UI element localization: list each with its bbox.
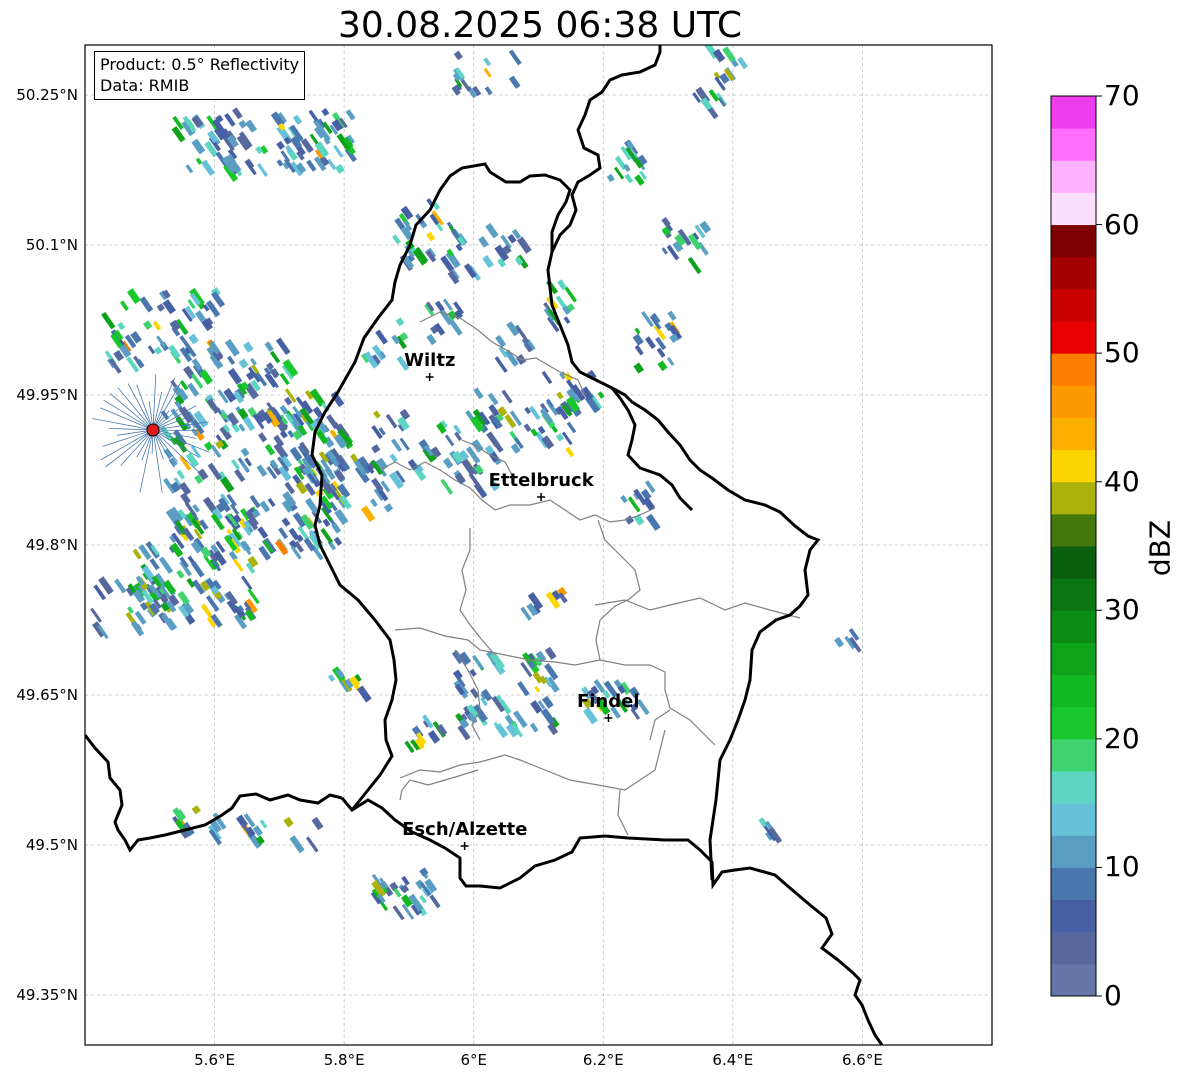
colorbar-segment <box>1051 578 1096 611</box>
colorbar-segment <box>1051 931 1096 965</box>
colorbar-tick-label: 70 <box>1104 79 1140 112</box>
city-label: Wiltz <box>404 350 456 371</box>
lon-tick-label: 5.6°E <box>194 1051 235 1069</box>
city-label: Findel <box>576 691 640 712</box>
colorbar-segment <box>1051 674 1096 708</box>
colorbar-label: dBZ <box>1143 519 1177 577</box>
colorbar-segment <box>1051 867 1096 901</box>
colorbar-segment <box>1051 963 1096 997</box>
colorbar-segment <box>1051 256 1096 290</box>
lat-tick-label: 50.1°N <box>25 236 78 254</box>
colorbar-tick-label: 0 <box>1104 979 1122 1012</box>
colorbar-tick-label: 40 <box>1104 464 1140 498</box>
radar-map <box>84 44 1102 1046</box>
colorbar-segment <box>1051 738 1096 772</box>
colorbar-segment <box>1051 642 1096 676</box>
colorbar-tick-label: 10 <box>1104 850 1140 884</box>
product-info-box: Product: 0.5° Reflectivity Data: RMIB <box>94 51 306 100</box>
lat-tick-label: 49.5°N <box>25 836 78 854</box>
lon-tick-label: 6.4°E <box>712 1051 754 1069</box>
colorbar-segment <box>1051 803 1096 836</box>
colorbar-segment <box>1051 224 1096 258</box>
radar-site-dot <box>146 423 160 437</box>
colorbar-segment <box>1051 192 1096 226</box>
colorbar-segment <box>1051 417 1096 451</box>
colorbar-segment <box>1051 546 1096 579</box>
city-label: Esch/Alzette <box>402 819 528 840</box>
colorbar-segment <box>1051 771 1096 804</box>
lon-tick-label: 5.8°E <box>323 1051 365 1069</box>
colorbar-segment <box>1051 353 1096 386</box>
lat-tick-label: 50.25°N <box>16 86 78 104</box>
colorbar-segment <box>1051 449 1096 483</box>
colorbar-segment <box>1051 835 1096 868</box>
colorbar-segment <box>1051 321 1096 354</box>
lat-tick-label: 49.65°N <box>16 686 78 704</box>
city-label: Ettelbruck <box>488 470 594 491</box>
lat-tick-label: 49.8°N <box>25 536 78 554</box>
colorbar-tick-label: 50 <box>1104 336 1140 370</box>
colorbar-segment <box>1051 160 1096 193</box>
lon-tick-label: 6°E <box>460 1051 487 1069</box>
colorbar-tick-label: 20 <box>1104 721 1140 755</box>
colorbar-segment <box>1051 128 1096 161</box>
colorbar-segment <box>1051 288 1096 322</box>
colorbar-segment <box>1051 706 1096 740</box>
colorbar-tick-label: 30 <box>1104 593 1140 627</box>
product-label: Product: 0.5° Reflectivity <box>100 55 300 74</box>
data-source-label: Data: RMIB <box>100 76 190 95</box>
colorbar-segment <box>1051 385 1096 418</box>
colorbar-segment <box>1051 899 1096 933</box>
lon-tick-label: 6.6°E <box>842 1051 883 1069</box>
lon-tick-label: 6.2°E <box>582 1051 624 1069</box>
colorbar-segment <box>1051 513 1096 547</box>
radar-site-marker <box>146 423 160 437</box>
colorbar-segment <box>1051 96 1096 129</box>
lat-tick-label: 49.35°N <box>16 986 78 1004</box>
colorbar-segment <box>1051 610 1096 643</box>
colorbar-segment <box>1051 481 1096 515</box>
colorbar-tick-label: 60 <box>1104 207 1140 241</box>
lat-tick-label: 49.95°N <box>16 386 78 404</box>
colorbar <box>1050 95 1102 997</box>
